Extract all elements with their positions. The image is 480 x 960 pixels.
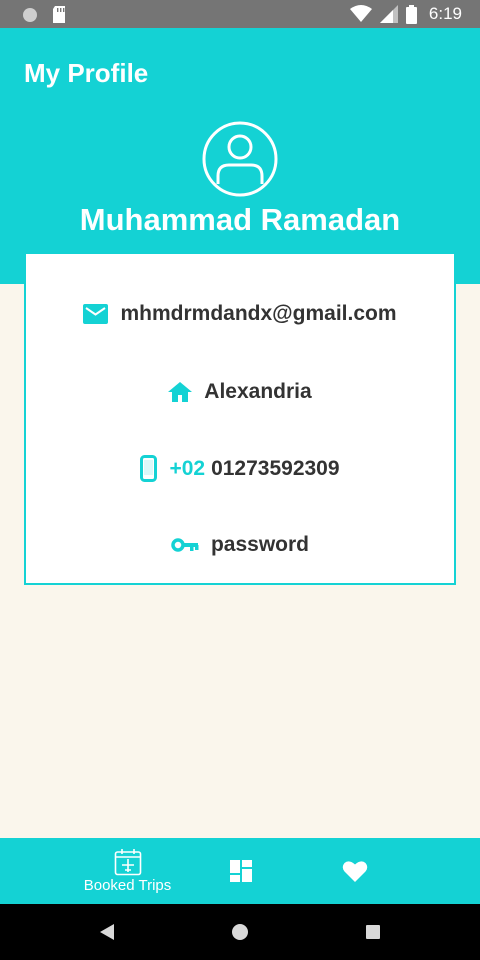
cell-signal-icon [379,5,398,23]
battery-icon [405,4,417,24]
calendar-plane-icon [114,849,141,876]
city-row[interactable]: Alexandria [26,380,454,404]
profile-info-card: mhmdrmdandx@gmail.com Alexandria +02 012… [24,252,456,585]
recent-apps-icon[interactable] [363,922,383,942]
status-time: 6:19 [428,4,462,23]
email-row[interactable]: mhmdrmdandx@gmail.com [26,302,454,326]
sd-card-icon [53,6,65,23]
page-title: My Profile [24,58,149,88]
nav-booked-trips[interactable]: Booked Trips [70,838,185,904]
nav-dashboard[interactable] [220,838,262,904]
key-icon [171,538,199,552]
nav-favorites[interactable] [334,838,376,904]
user-name: Muhammad Ramadan [79,202,401,237]
dashboard-icon [230,860,252,882]
nav-booked-trips-label: Booked Trips [83,877,172,894]
avatar-icon [202,121,278,197]
city-text: Alexandria [204,380,312,403]
profile-header: My Profile Muhammad Ramadan [0,28,480,284]
phone-number: +02 01273592309 [169,457,339,481]
email-icon [83,304,109,324]
home-button-icon[interactable] [230,922,250,942]
phone-text: 01273592309 [211,456,340,480]
heart-icon [342,860,368,882]
bottom-navigation: Booked Trips [0,838,480,904]
password-row[interactable]: password [26,533,454,557]
password-text: password [210,533,310,556]
phone-prefix: +02 [169,456,206,480]
phone-row[interactable]: +02 01273592309 [26,455,454,482]
phone-icon [140,455,158,482]
email-text: mhmdrmdandx@gmail.com [120,302,397,325]
wifi-icon [349,5,372,22]
system-navigation-bar [0,904,480,960]
notification-dot-icon [23,7,37,22]
status-bar: 6:19 [0,0,480,28]
back-icon[interactable] [97,922,117,942]
home-icon [168,382,193,402]
